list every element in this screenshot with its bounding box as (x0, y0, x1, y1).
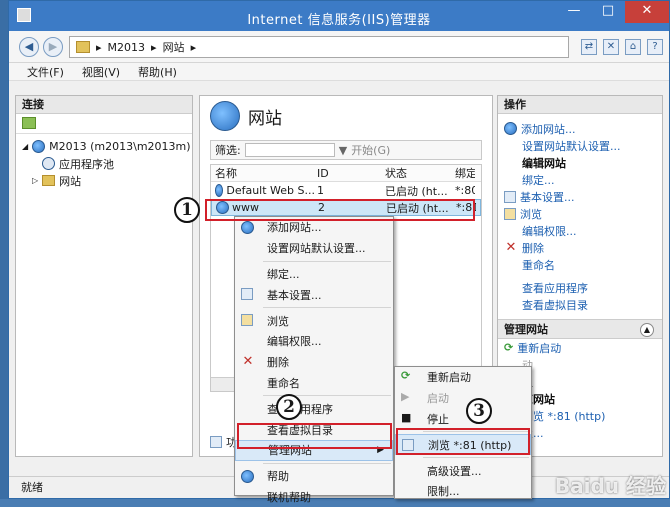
actions-title: 操作 (498, 96, 662, 114)
ctx-basic-settings[interactable]: 基本设置... (235, 284, 393, 305)
server-icon (32, 140, 45, 153)
browse-icon (241, 314, 253, 326)
app-pool-icon (42, 157, 55, 170)
sub-restart[interactable]: ⟳重新启动 (395, 367, 531, 388)
watermark: Baidu 经验 (555, 470, 666, 499)
separator (263, 307, 391, 308)
context-menu: 添加网站... 设置网站默认设置... 绑定... 基本设置... 浏览 编辑权… (234, 216, 394, 496)
refresh-icon[interactable]: ⇄ (581, 39, 597, 55)
menu-bar: 文件(F) 视图(V) 帮助(H) (9, 63, 669, 81)
help-icon[interactable]: ? (647, 39, 663, 55)
tree-node-server[interactable]: ◢ M2013 (m2013\m2013m) (16, 138, 192, 155)
forward-icon[interactable]: ▶ (43, 37, 63, 57)
annotation-2: 2 (276, 394, 302, 420)
ctx-view-apps[interactable]: 查看应用程序 (235, 398, 393, 419)
separator (423, 457, 529, 458)
sub-start[interactable]: ▶启动 (395, 388, 531, 409)
separator (263, 261, 391, 262)
stop-icon[interactable]: ✕ (603, 39, 619, 55)
site-icon (215, 184, 223, 197)
stop-icon: ■ (401, 411, 411, 424)
home-icon[interactable]: ⌂ (625, 39, 641, 55)
action-rename[interactable]: 重命名 (498, 256, 662, 273)
menu-help[interactable]: 帮助(H) (138, 64, 177, 80)
breadcrumb[interactable]: ▸ M2013 ▸ 网站 ▸ (69, 36, 569, 58)
action-bindings[interactable]: 绑定... (498, 171, 662, 188)
maximize-button[interactable]: □ (591, 1, 625, 23)
col-id[interactable]: ID (315, 167, 385, 180)
back-icon[interactable]: ◀ (19, 37, 39, 57)
sub-stop[interactable]: ■停止 (395, 409, 531, 430)
action-browse[interactable]: 浏览 (498, 205, 662, 222)
delete-icon: ✕ (241, 354, 255, 369)
menu-file[interactable]: 文件(F) (27, 64, 64, 80)
menu-view[interactable]: 视图(V) (82, 64, 120, 80)
play-icon: ▶ (401, 390, 409, 403)
grid-header: 名称 ID 状态 绑定 (211, 165, 481, 182)
edit-site-heading: 编辑网站 (498, 154, 662, 171)
ctx-edit-permissions[interactable]: 编辑权限... (235, 331, 393, 352)
ctx-delete[interactable]: ✕删除 (235, 352, 393, 373)
ctx-browse[interactable]: 浏览 (235, 310, 393, 331)
browse-icon (504, 208, 516, 220)
connections-title: 连接 (16, 96, 192, 114)
filter-bar: 筛选: ▼ 开始(G) (210, 140, 482, 160)
connections-tree: ◢ M2013 (m2013\m2013m) 应用程序池 ▷ 网站 (16, 134, 192, 193)
separator (263, 463, 391, 464)
start-filter-button[interactable]: 开始(G) (351, 142, 390, 158)
delete-icon: ✕ (504, 240, 518, 255)
sub-advanced-settings[interactable]: 高级设置... (395, 460, 531, 481)
action-delete[interactable]: ✕删除 (498, 239, 662, 256)
close-button[interactable]: ✕ (625, 1, 669, 23)
col-status[interactable]: 状态 (385, 165, 455, 181)
folder-icon (76, 41, 90, 53)
col-name[interactable]: 名称 (211, 165, 315, 181)
action-view-vdirs[interactable]: 查看虚拟目录 (498, 296, 662, 313)
ctx-online-help[interactable]: 联机帮助 (235, 487, 393, 507)
restart-icon: ⟳ (401, 369, 410, 382)
ctx-bindings[interactable]: 绑定... (235, 264, 393, 285)
action-restart[interactable]: ⟳重新启动 (498, 339, 662, 356)
desktop-edge (0, 0, 8, 499)
title-bar: Internet 信息服务(IIS)管理器 — □ ✕ (9, 1, 669, 31)
add-site-icon (504, 122, 517, 135)
annotation-3: 3 (466, 398, 492, 424)
table-row[interactable]: Default Web S... 1 已启动 (ht... *:80 (211, 182, 481, 199)
tree-node-app-pools[interactable]: 应用程序池 (16, 155, 192, 172)
action-edit-permissions[interactable]: 编辑权限... (498, 222, 662, 239)
action-site-defaults[interactable]: 设置网站默认设置... (498, 137, 662, 154)
restart-icon: ⟳ (504, 341, 513, 354)
ctx-rename[interactable]: 重命名 (235, 373, 393, 394)
address-bar: ◀ ▶ ▸ M2013 ▸ 网站 ▸ ⇄ ✕ ⌂ ? (9, 31, 669, 63)
ctx-help[interactable]: 帮助 (235, 466, 393, 487)
sites-folder-icon (42, 175, 55, 186)
add-site-icon (241, 221, 254, 234)
crumb-m2013[interactable]: M2013 (108, 41, 146, 54)
action-add-site[interactable]: 添加网站... (498, 120, 662, 137)
connections-toolbar (16, 114, 192, 134)
action-basic-settings[interactable]: 基本设置... (498, 188, 662, 205)
page-title: 网站 (200, 96, 492, 136)
sites-globe-icon (210, 101, 240, 131)
help-icon (241, 470, 254, 483)
collapse-icon[interactable]: ▲ (640, 323, 654, 337)
settings-icon (241, 288, 253, 300)
filter-icon[interactable]: ▼ (339, 144, 347, 157)
manage-site-heading: 管理网站▲ (498, 319, 662, 339)
features-view-icon (210, 436, 222, 448)
connect-icon[interactable] (22, 117, 36, 129)
annotation-1: 1 (174, 197, 200, 223)
filter-input[interactable] (245, 143, 335, 157)
connections-pane: 连接 ◢ M2013 (m2013\m2013m) 应用程序池 ▷ 网站 (15, 95, 193, 457)
col-binding[interactable]: 绑定 (455, 165, 475, 181)
settings-icon (504, 191, 516, 203)
highlight-box-manage (237, 423, 392, 449)
highlight-box-browse (396, 428, 530, 455)
highlight-box-row (205, 199, 475, 221)
tree-node-sites[interactable]: ▷ 网站 (16, 172, 192, 189)
minimize-button[interactable]: — (557, 1, 591, 23)
action-view-apps[interactable]: 查看应用程序 (498, 279, 662, 296)
crumb-sites[interactable]: 网站 (163, 39, 185, 55)
ctx-site-defaults[interactable]: 设置网站默认设置... (235, 238, 393, 259)
